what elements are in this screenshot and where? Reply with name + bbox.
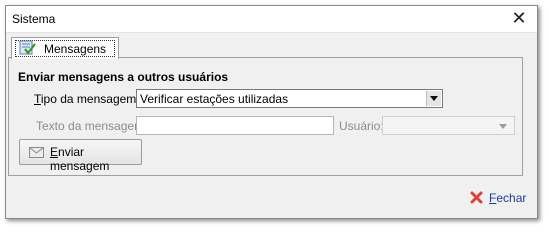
enviar-mensagem-label: Enviar mensagem <box>50 145 110 173</box>
tipo-mensagem-label: Tipo da mensagem: <box>34 92 140 106</box>
tab-focus-rect: Mensagens <box>15 40 115 57</box>
window-title: Sistema <box>12 12 56 26</box>
close-window-button[interactable]: ✕ <box>505 8 533 30</box>
envelope-icon <box>29 147 44 158</box>
tab-label: Mensagens <box>44 42 107 56</box>
texto-mensagem-input[interactable] <box>136 116 334 135</box>
title-bar[interactable]: Sistema ✕ <box>6 6 537 33</box>
tipo-mensagem-value: Verificar estações utilizadas <box>140 92 289 106</box>
checked-list-icon <box>19 40 36 55</box>
chevron-down-icon <box>430 96 438 101</box>
texto-mensagem-label: Texto da mensagem: <box>36 119 148 133</box>
enviar-mensagem-button[interactable]: Enviar mensagem <box>19 139 142 173</box>
chevron-down-icon <box>499 124 507 129</box>
usuario-label: Usuário: <box>339 119 384 133</box>
close-icon <box>470 191 483 204</box>
tab-mensagens[interactable]: Mensagens <box>11 37 119 59</box>
tipo-mensagem-select[interactable]: Verificar estações utilizadas <box>136 89 443 108</box>
usuario-select[interactable] <box>382 116 515 135</box>
dropdown-button[interactable] <box>426 91 441 106</box>
section-title: Enviar mensagens a outros usuários <box>18 70 229 84</box>
fechar-label: Fechar <box>489 191 527 205</box>
